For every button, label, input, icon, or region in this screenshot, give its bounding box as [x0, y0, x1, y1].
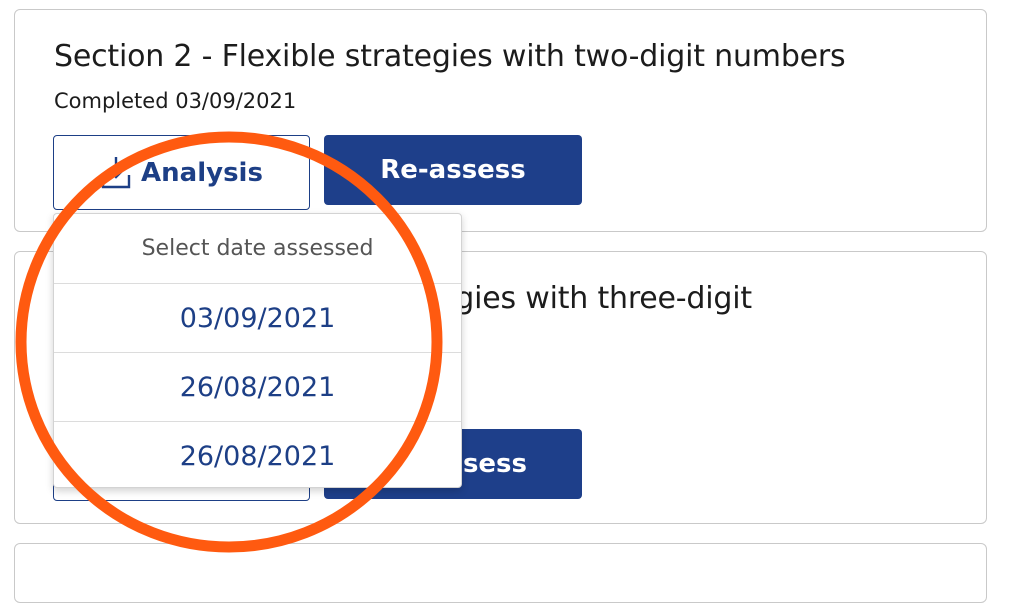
- dropdown-item-date[interactable]: 26/08/2021: [54, 353, 461, 422]
- dropdown-item-date[interactable]: 26/08/2021: [54, 422, 461, 490]
- analysis-button[interactable]: Analysis: [53, 135, 310, 210]
- completed-date: Completed 03/09/2021: [54, 89, 297, 113]
- date-dropdown: Select date assessed 03/09/2021 26/08/20…: [53, 213, 462, 488]
- analysis-label: Analysis: [141, 157, 263, 188]
- section-title: egies with three-digit: [437, 281, 752, 316]
- section-card-1: Section 2 - Flexible strategies with two…: [14, 9, 987, 232]
- section-title: Section 2 - Flexible strategies with two…: [54, 39, 846, 74]
- reassess-button[interactable]: Re-assess: [324, 135, 582, 205]
- section-card-3: [14, 543, 987, 603]
- reassess-label: sess: [462, 449, 527, 479]
- download-icon: [100, 155, 132, 191]
- dropdown-header: Select date assessed: [54, 214, 461, 284]
- dropdown-item-date[interactable]: 03/09/2021: [54, 284, 461, 353]
- reassess-label: Re-assess: [380, 155, 526, 185]
